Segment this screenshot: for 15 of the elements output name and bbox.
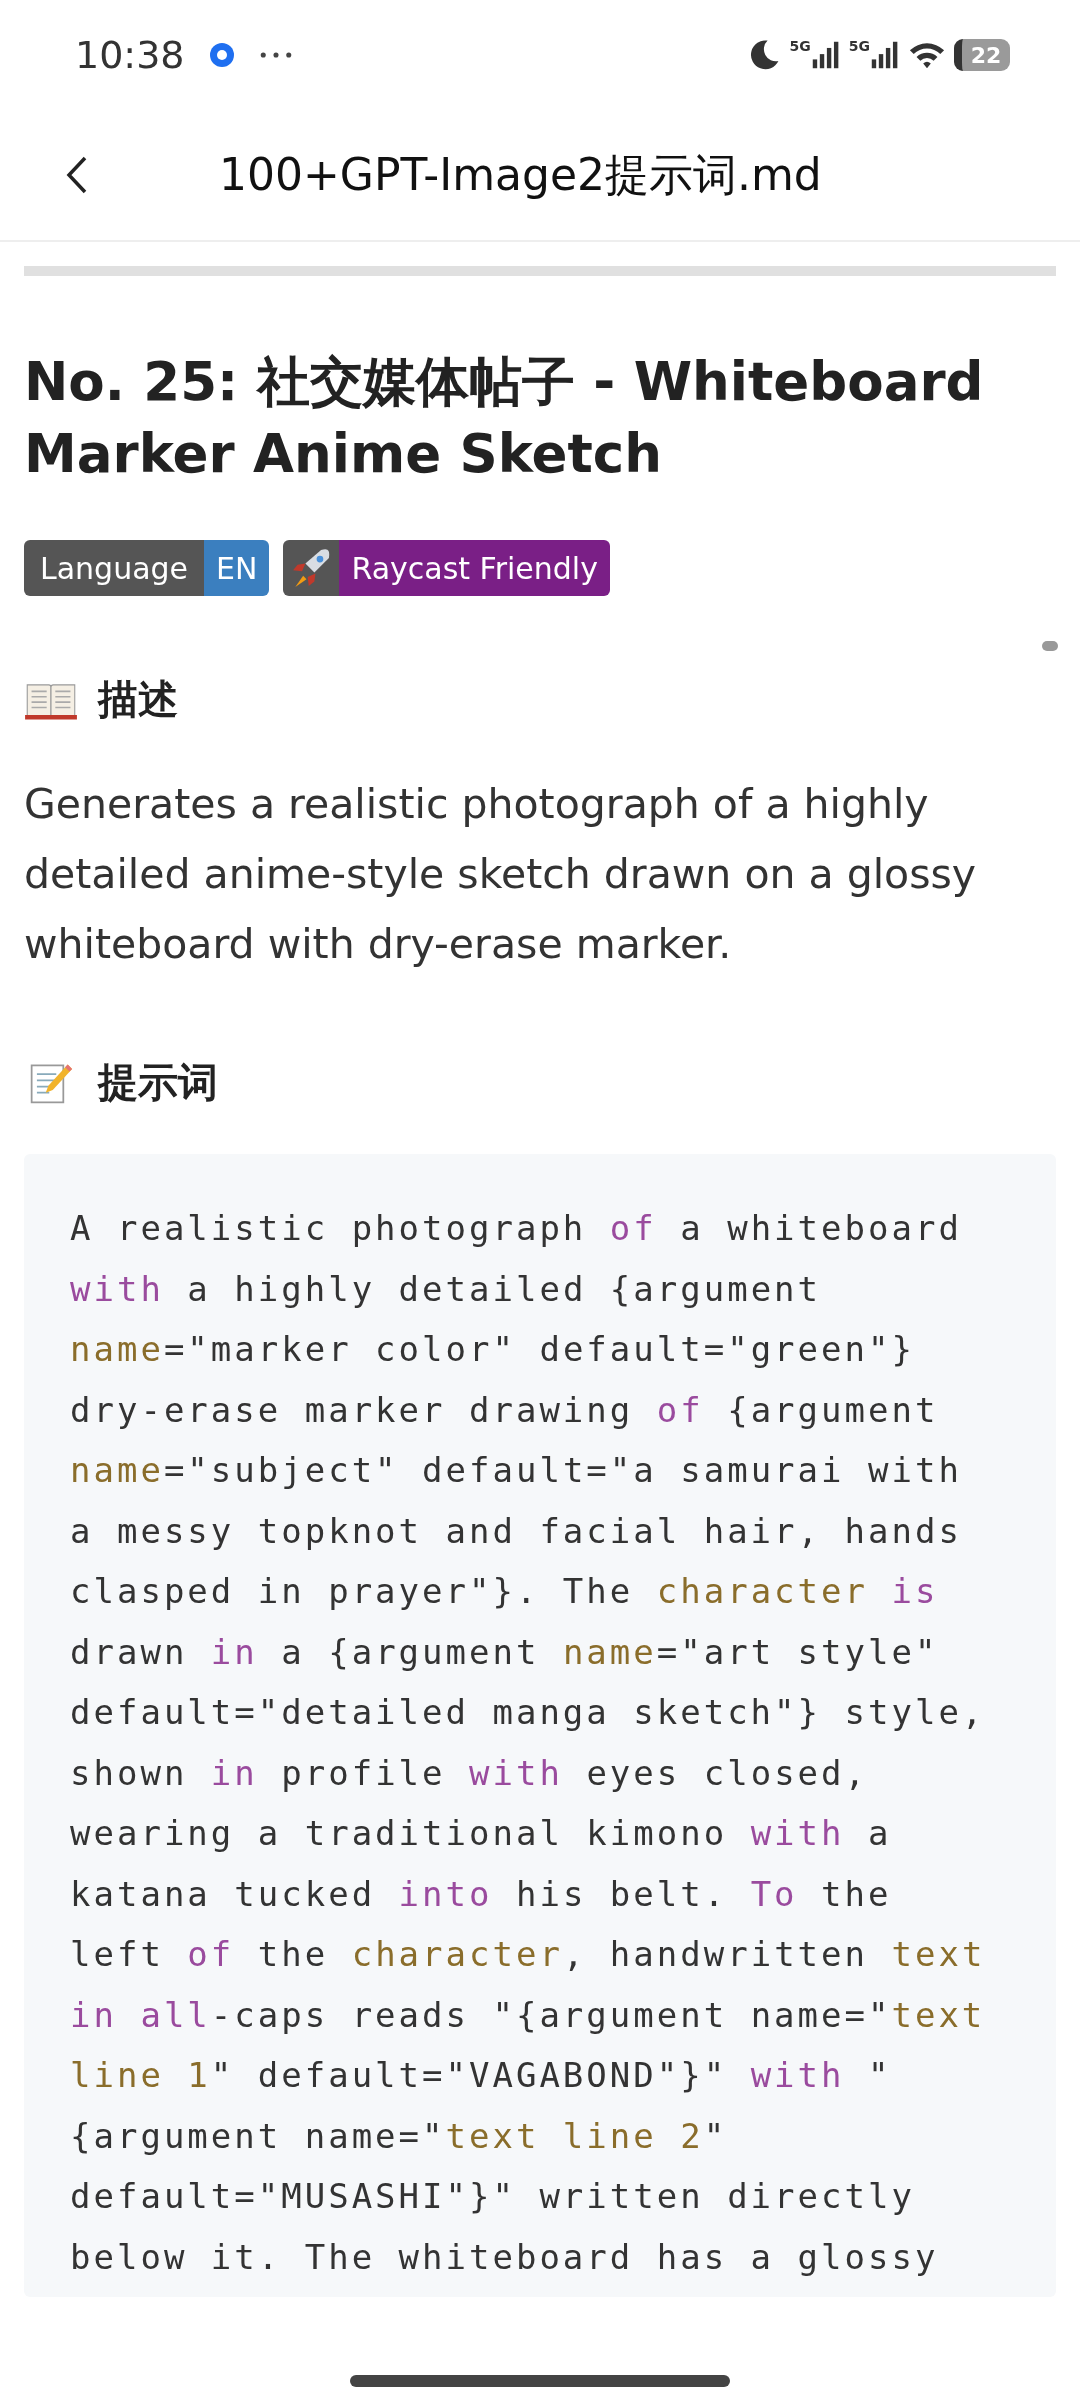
more-icon	[258, 51, 293, 59]
section-heading: 提示词	[98, 1058, 218, 1107]
document-heading: No. 25: 社交媒体帖子 - Whiteboard Marker Anime Sketch	[24, 350, 985, 486]
scrollbar-thumb[interactable]	[1042, 641, 1058, 651]
badge-label: Language	[24, 540, 205, 596]
battery-indicator: 22	[954, 39, 1010, 71]
description-text: Generates a realistic photograph of a highly detailed anime-style sketch drawn on a glossy whiteboard with dry-erase marker.	[24, 779, 978, 970]
rocket-icon	[283, 540, 340, 596]
code-text: A realistic photograph of a whiteboard with a highly detailed {argument name="marker color" default="green"} dry-erase marker drawing of {argument name="subject" default="a samurai with a messy topknot and facial hair, hands clasped in prayer"}. The character is drawn in a {argument name="art style" default="detailed manga sketch"} style, shown in profile with eyes closed, wearing a traditional kimono with a katana tucked into his belt. To the left of the character, handwritten text in all-caps reads "{argument name="text line 1" default="VAGABOND"}" with " {argument name="text line 2" default="MUSASHI"}" written directly below it. The whiteboard has a glossy	[70, 1207, 987, 2279]
status-time: 10:38	[75, 33, 185, 77]
badge-value: EN	[204, 540, 270, 596]
badge-value: Raycast Friendly	[339, 540, 610, 596]
back-icon[interactable]	[65, 155, 89, 195]
section-heading: 描述	[98, 675, 178, 724]
document-title: 100+GPT-Image2提示词.md	[219, 147, 822, 202]
